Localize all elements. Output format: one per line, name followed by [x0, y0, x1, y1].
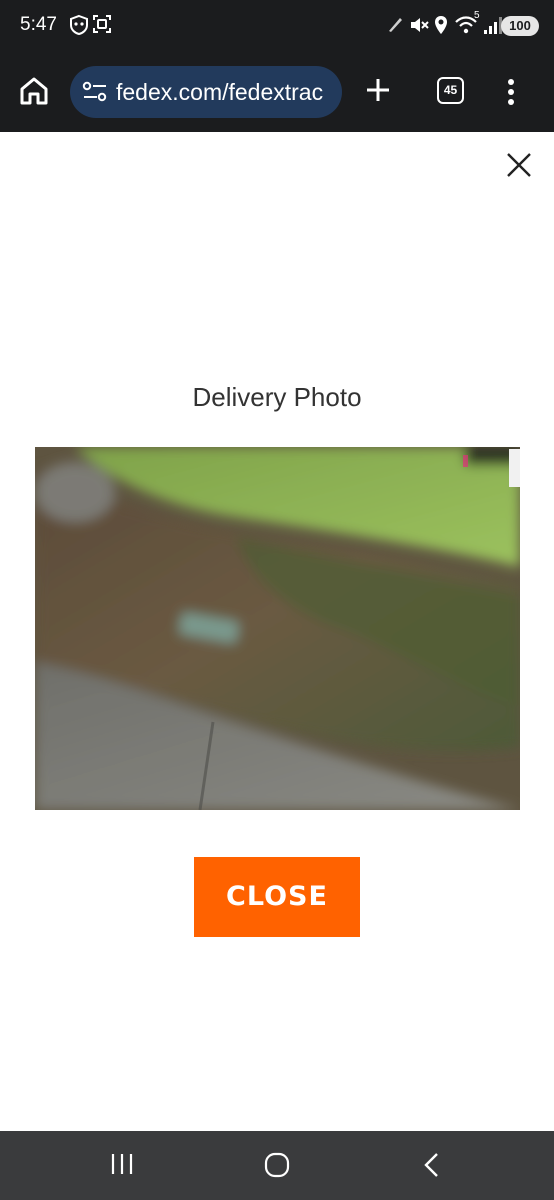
close-button[interactable]: CLOSE [194, 857, 360, 937]
close-icon[interactable] [504, 150, 534, 180]
tab-switcher-button[interactable]: 45 [437, 77, 464, 104]
url-text[interactable]: fedex.com/fedextrac [116, 79, 323, 106]
mute-icon [408, 14, 430, 41]
modal-title: Delivery Photo [192, 382, 362, 412]
status-bar: 5:47 5 100 [0, 0, 554, 52]
delivery-photo [35, 447, 520, 810]
location-icon [432, 14, 450, 41]
status-time: 5:47 [20, 14, 57, 35]
screenshot-icon [92, 14, 112, 39]
browser-toolbar: fedex.com/fedextrac 45 [0, 52, 554, 132]
shield-icon [68, 14, 90, 41]
battery-indicator: 100 [501, 16, 539, 36]
back-icon[interactable] [418, 1151, 444, 1184]
wifi-icon: 5 [454, 10, 480, 41]
page-info-icon[interactable] [82, 81, 108, 108]
pen-icon [386, 14, 404, 39]
home-icon[interactable] [18, 76, 50, 111]
recent-apps-icon[interactable] [108, 1151, 136, 1182]
network-type: 5 [474, 10, 480, 21]
new-tab-icon[interactable] [364, 76, 392, 109]
home-nav-icon[interactable] [262, 1151, 292, 1184]
more-options-icon[interactable] [506, 78, 516, 111]
system-nav-bar [0, 1131, 554, 1200]
address-bar[interactable]: fedex.com/fedextrac [70, 66, 342, 118]
